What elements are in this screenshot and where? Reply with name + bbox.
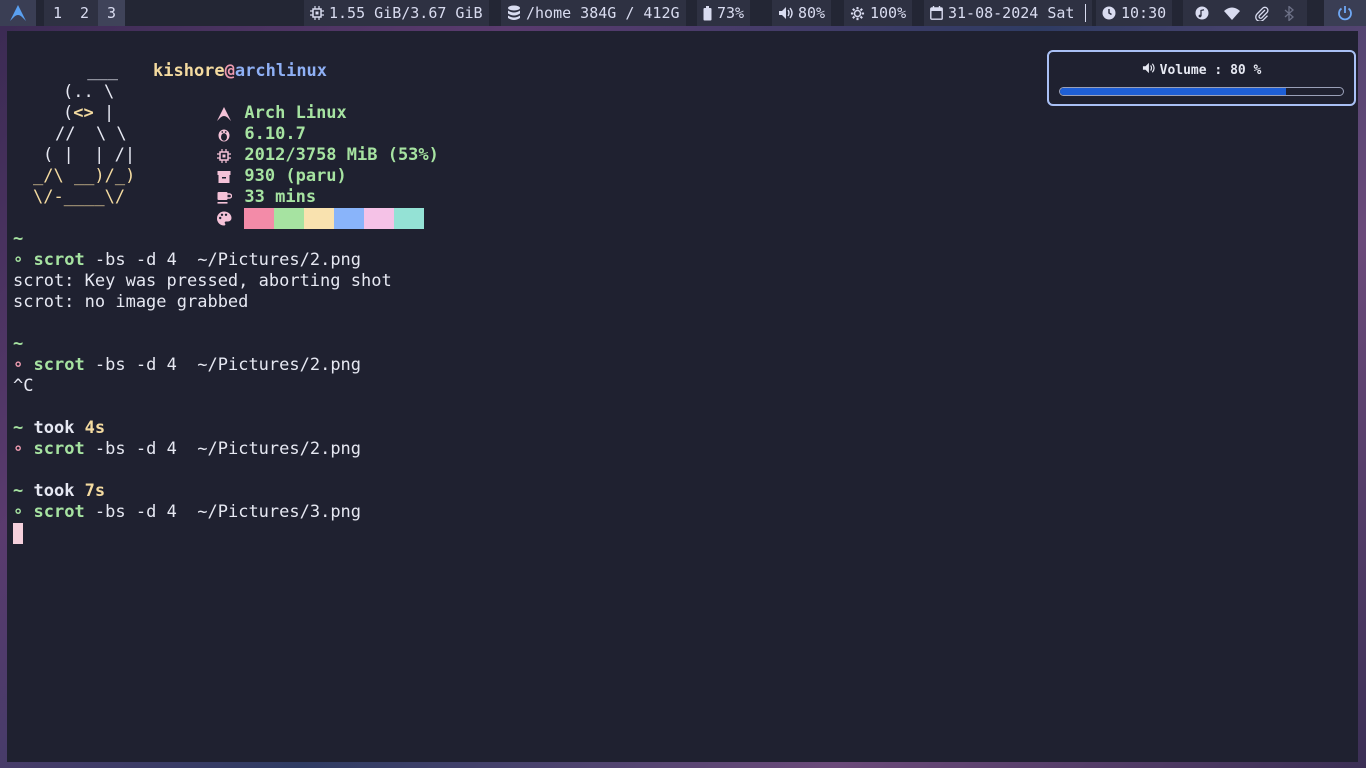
speaker-icon [1142, 62, 1155, 78]
command-line: ∘ scrot -bs -d 4 ~/Pictures/2.png [13, 439, 361, 460]
output-line: ^C [13, 376, 34, 396]
top-bar: 1 2 3 1.55 GiB/3.67 GiB /home 384G / 412… [0, 0, 1366, 26]
brightness-level: 100% [870, 4, 907, 22]
command-name: scrot [33, 250, 85, 270]
ascii-line: ___ [77, 61, 118, 81]
separator [1085, 4, 1087, 22]
color-palette [244, 208, 425, 229]
ascii-line: \/-____\/ [33, 187, 126, 207]
kernel-row: 6.10.7 [153, 103, 306, 144]
clock-time: 10:30 [1121, 4, 1167, 22]
battery-icon [703, 5, 712, 21]
workspace-1-button[interactable]: 1 [44, 0, 71, 26]
color-swatch [364, 208, 395, 229]
arch-logo-icon [9, 4, 27, 22]
prompt-symbol: ∘ [13, 355, 24, 375]
speaker-icon [778, 6, 793, 20]
prompt-dir: ~ [13, 334, 24, 354]
battery-level: 73% [717, 4, 745, 22]
terminal-cursor [13, 523, 23, 544]
prompt-symbol: ∘ [13, 250, 24, 270]
packages-row: 930 (paru) [153, 145, 347, 186]
ascii-line: (<> | [63, 103, 115, 123]
prompt-symbol: ∘ [13, 439, 24, 459]
took-value: 4s [84, 418, 106, 438]
power-icon [1337, 5, 1353, 21]
ascii-line: // \ \ [55, 124, 127, 144]
memory-module[interactable]: 1.55 GiB/3.67 GiB [304, 0, 489, 26]
palette-icon [214, 208, 234, 229]
color-swatch [334, 208, 365, 229]
clock-icon [1102, 6, 1116, 20]
disk-usage: /home 384G / 412G [526, 4, 680, 22]
osd-label-row: Volume : 80 % [1049, 62, 1354, 78]
workspace-2-button[interactable]: 2 [71, 0, 98, 26]
color-swatch [304, 208, 335, 229]
command-args: -bs -d 4 ~/Pictures/2.png [84, 439, 362, 459]
date-text: 31-08-2024 Sat [948, 4, 1075, 22]
volume-osd: Volume : 80 % [1047, 50, 1356, 106]
cpu-icon [310, 6, 324, 20]
memory-usage: 1.55 GiB/3.67 GiB [329, 4, 483, 22]
prompt-dir-text: ~ [13, 481, 24, 501]
command-line: ∘ scrot -bs -d 4 ~/Pictures/2.png [13, 250, 361, 271]
battery-module[interactable]: 73% [697, 0, 751, 26]
osd-label: Volume : 80 % [1159, 62, 1262, 78]
memory-row: 2012/3758 MiB (53%) [153, 124, 439, 165]
ascii-line: _/\ __)/_) [33, 166, 136, 186]
at-sign: @ [224, 61, 235, 81]
volume-module[interactable]: 80% [772, 0, 832, 26]
palette-row [153, 187, 425, 229]
clock-module[interactable]: 10:30 [1096, 0, 1173, 26]
command-name: scrot [33, 502, 85, 522]
command-args: -bs -d 4 ~/Pictures/3.png [84, 502, 362, 522]
user-host: kishore@archlinux [153, 61, 327, 82]
volume-slider-fill [1060, 88, 1287, 95]
output-line: scrot: no image grabbed [13, 292, 249, 312]
music-icon[interactable] [1195, 6, 1209, 20]
volume-level: 80% [798, 4, 826, 22]
database-icon [507, 5, 521, 21]
command-name: scrot [33, 355, 85, 375]
hostname: archlinux [234, 61, 328, 81]
command-name: scrot [33, 439, 85, 459]
tray [1183, 0, 1307, 26]
wifi-icon[interactable] [1223, 7, 1240, 20]
arch-launcher-button[interactable] [0, 0, 36, 26]
username: kishore [153, 61, 225, 81]
os-row: Arch Linux [153, 82, 347, 123]
brightness-module[interactable]: 100% [844, 0, 913, 26]
prompt-dir: ~ [13, 229, 24, 249]
color-swatch [394, 208, 425, 229]
volume-slider[interactable] [1059, 87, 1344, 96]
ascii-line: (.. \ [63, 82, 115, 102]
workspace-switcher: 1 2 3 [44, 0, 125, 26]
took-label: took [23, 418, 85, 438]
color-swatch [274, 208, 305, 229]
color-swatch [244, 208, 275, 229]
took-value: 7s [84, 481, 106, 501]
command-line: ∘ scrot -bs -d 4 ~/Pictures/2.png [13, 355, 361, 376]
date-module[interactable]: 31-08-2024 Sat [924, 0, 1093, 26]
command-line: ∘ scrot -bs -d 4 ~/Pictures/3.png [13, 502, 361, 523]
prompt-symbol: ∘ [13, 502, 24, 522]
prompt-dir: ~ took 7s [13, 481, 105, 502]
prompt-dir: ~ took 4s [13, 418, 105, 439]
uptime-row: 33 mins [153, 166, 316, 207]
gear-icon [850, 6, 865, 21]
prompt-dir-text: ~ [13, 418, 24, 438]
workspace-3-button[interactable]: 3 [98, 0, 125, 26]
took-label: took [23, 481, 85, 501]
calendar-icon [930, 6, 943, 20]
output-line: scrot: Key was pressed, aborting shot [13, 271, 392, 291]
paperclip-icon[interactable] [1255, 6, 1269, 21]
terminal-window[interactable]: ___ (.. \ (<> | // \ \ ( | | /| _/\ __)/… [7, 31, 1358, 762]
bluetooth-icon[interactable] [1284, 5, 1295, 21]
ascii-line: ( | | /| [43, 145, 136, 165]
disk-module[interactable]: /home 384G / 412G [501, 0, 686, 26]
command-args: -bs -d 4 ~/Pictures/2.png [84, 250, 362, 270]
command-args: -bs -d 4 ~/Pictures/2.png [84, 355, 362, 375]
power-button[interactable] [1324, 0, 1366, 26]
